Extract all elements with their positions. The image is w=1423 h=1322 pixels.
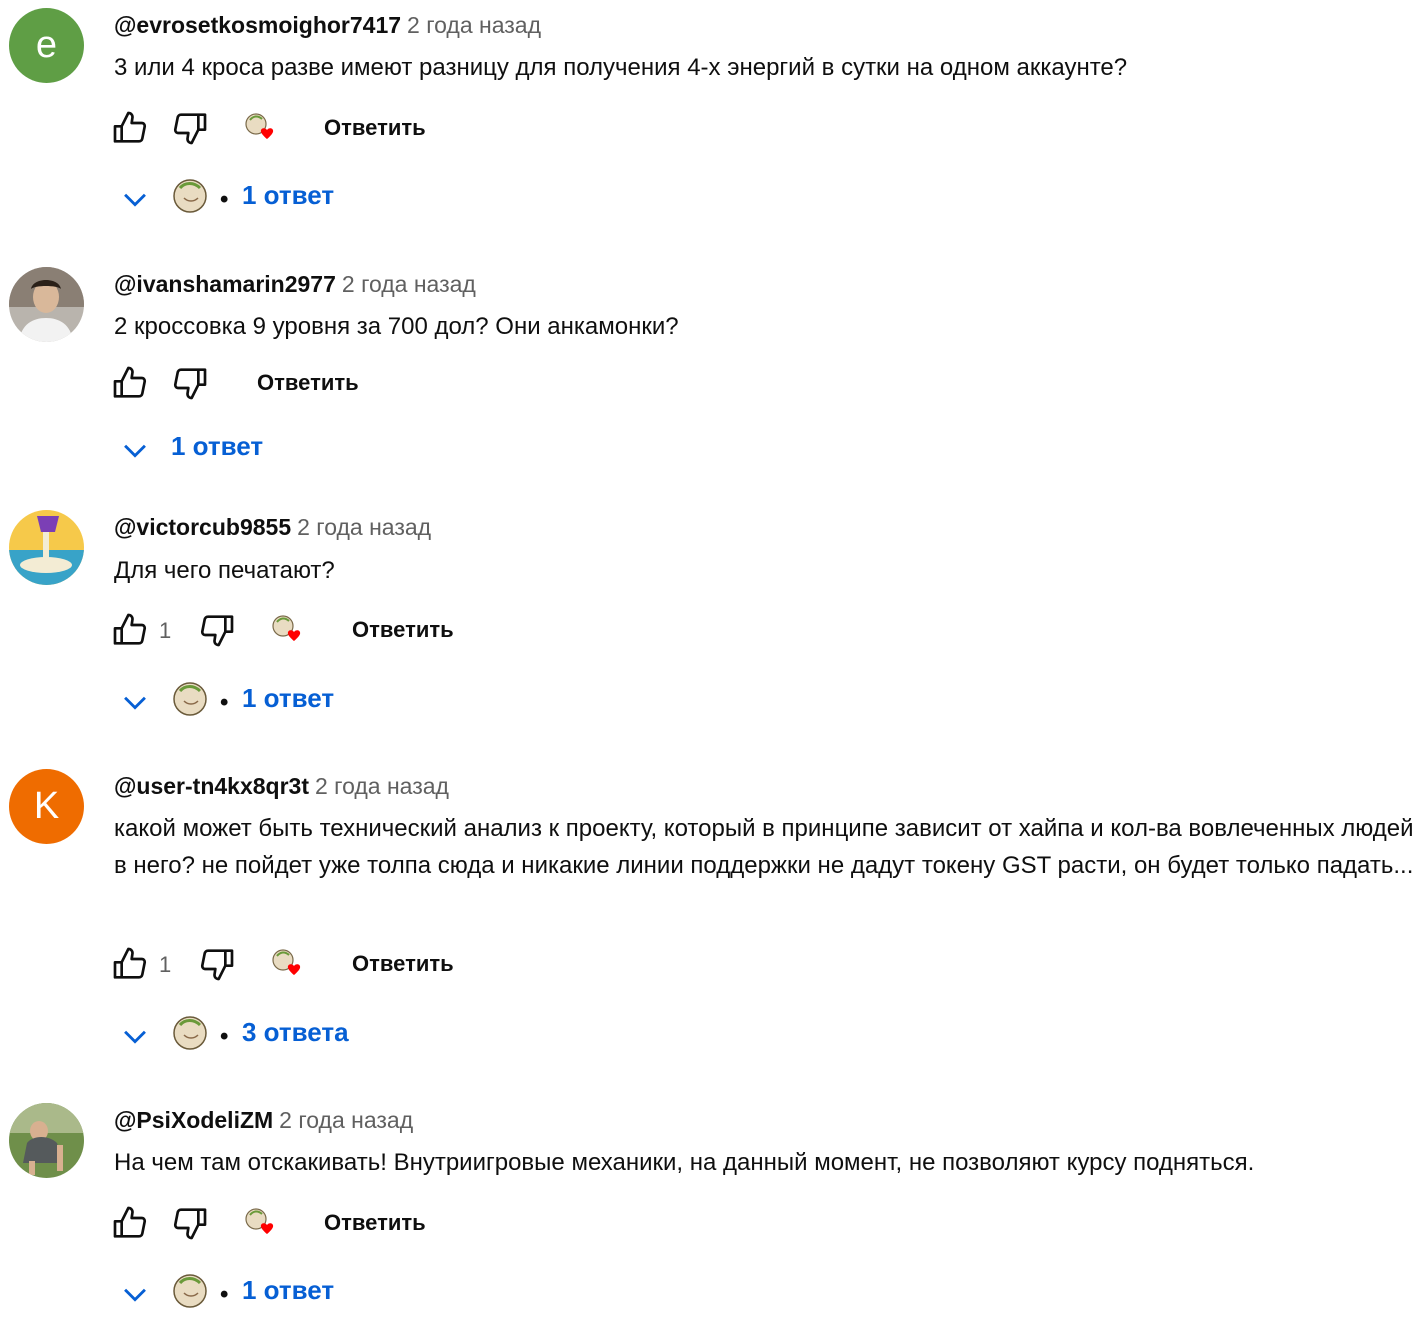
reply-button[interactable]: Ответить [324, 108, 426, 148]
replies-count[interactable]: 1 ответ [242, 683, 334, 714]
author-name[interactable]: @PsiXodeliZM [114, 1107, 273, 1133]
separator-dot: • [220, 1023, 229, 1050]
reply-button[interactable]: Ответить [352, 944, 454, 984]
creator-heart-icon [272, 949, 301, 975]
like-button[interactable] [110, 944, 150, 984]
dislike-button[interactable] [170, 108, 210, 148]
reply-button[interactable]: Ответить [257, 363, 359, 403]
reply-author-avatar-icon [173, 1274, 207, 1308]
thumbs-up-icon [113, 947, 147, 979]
avatar-letter: K [33, 785, 60, 827]
separator-dot: • [220, 1281, 229, 1308]
replies-count[interactable]: 1 ответ [242, 180, 334, 211]
comment-text: На чем там отскакивать! Внутриигровые ме… [114, 1149, 1255, 1176]
user-avatar-icon [9, 510, 84, 585]
thumbs-up-icon [113, 366, 147, 398]
comment-text: 3 или 4 кроса разве имеют разницу для по… [114, 54, 1128, 81]
timestamp[interactable]: 2 года назад [342, 271, 476, 297]
thumbs-down-icon [200, 615, 234, 647]
chevron-down-icon [124, 1030, 146, 1044]
thumbs-up-icon [113, 613, 147, 645]
comment-header: @ivanshamarin2977 2 года назад [114, 269, 476, 299]
chevron-down-icon [124, 193, 146, 207]
author-name[interactable]: @evrosetkosmoighor7417 [114, 12, 401, 38]
replies-count[interactable]: 1 ответ [242, 1275, 334, 1306]
like-button[interactable] [110, 1203, 150, 1243]
dislike-button[interactable] [197, 610, 237, 650]
like-count: 1 [159, 618, 172, 643]
timestamp[interactable]: 2 года назад [407, 12, 541, 38]
timestamp[interactable]: 2 года назад [279, 1107, 413, 1133]
chevron-down-icon [124, 444, 146, 458]
timestamp[interactable]: 2 года назад [297, 514, 431, 540]
creator-heart[interactable] [269, 944, 309, 984]
author-name[interactable]: @user-tn4kx8qr3t [114, 773, 309, 799]
thumbs-down-icon [173, 1208, 207, 1240]
creator-heart[interactable] [242, 1203, 282, 1243]
avatar[interactable]: K [9, 769, 84, 844]
avatar-letter: e [35, 24, 58, 66]
replies-count[interactable]: 1 ответ [171, 431, 263, 462]
like-button[interactable] [110, 108, 150, 148]
author-name[interactable]: @ivanshamarin2977 [114, 271, 336, 297]
separator-dot: • [220, 186, 229, 213]
like-button[interactable] [110, 610, 150, 650]
thumbs-up-icon [113, 111, 147, 143]
thumbs-down-icon [173, 368, 207, 400]
chevron-down-icon [124, 1288, 146, 1302]
avatar[interactable]: e [9, 8, 84, 83]
comment-header: @victorcub9855 2 года назад [114, 512, 431, 542]
dislike-button[interactable] [170, 363, 210, 403]
chevron-down-icon [124, 696, 146, 710]
creator-heart-icon [245, 113, 274, 139]
reply-author-avatar-icon [173, 179, 207, 213]
thumbs-down-icon [200, 949, 234, 981]
comment-header: @user-tn4kx8qr3t 2 года назад [114, 771, 449, 801]
thumbs-down-icon [173, 113, 207, 145]
reply-button[interactable]: Ответить [324, 1203, 426, 1243]
user-photo-icon [9, 1103, 84, 1178]
separator-dot: • [220, 689, 229, 716]
comment-header: @evrosetkosmoighor7417 2 года назад [114, 10, 541, 40]
avatar[interactable] [9, 267, 84, 342]
like-count: 1 [159, 952, 172, 977]
creator-heart-icon [245, 1208, 274, 1234]
dislike-button[interactable] [170, 1203, 210, 1243]
comment-text: какой может быть технический анализ к пр… [114, 815, 1414, 879]
dislike-button[interactable] [197, 944, 237, 984]
reply-author-avatar-icon [173, 682, 207, 716]
author-name[interactable]: @victorcub9855 [114, 514, 291, 540]
reply-author-avatar-icon [173, 1016, 207, 1050]
creator-heart-icon [272, 615, 301, 641]
comment-text: 2 кроссовка 9 уровня за 700 дол? Они анк… [114, 313, 679, 340]
replies-count[interactable]: 3 ответа [242, 1017, 349, 1048]
avatar[interactable] [9, 1103, 84, 1178]
creator-heart[interactable] [269, 610, 309, 650]
thumbs-up-icon [113, 1206, 147, 1238]
creator-heart[interactable] [242, 108, 282, 148]
comment-header: @PsiXodeliZM 2 года назад [114, 1105, 413, 1135]
like-button[interactable] [110, 363, 150, 403]
avatar[interactable] [9, 510, 84, 585]
comment-text: Для чего печатают? [114, 557, 335, 584]
user-photo-icon [9, 267, 84, 342]
reply-button[interactable]: Ответить [352, 610, 454, 650]
timestamp[interactable]: 2 года назад [315, 773, 449, 799]
